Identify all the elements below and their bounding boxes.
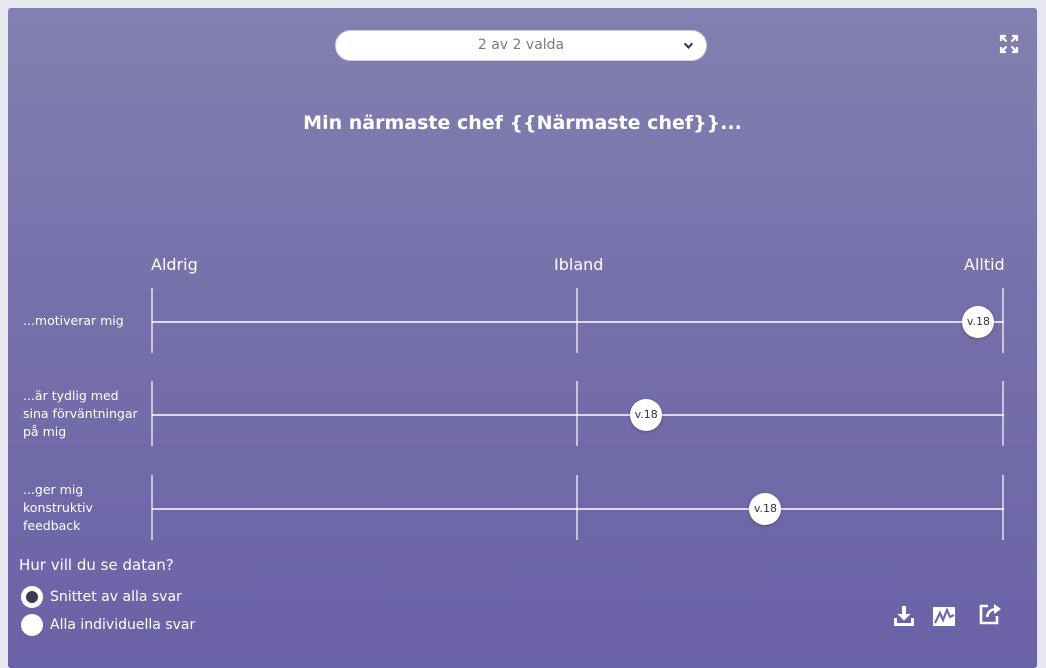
view-question: Hur vill du se datan? (19, 556, 174, 574)
row-track (152, 321, 1004, 323)
row-marker-motivates[interactable]: v.18 (962, 306, 995, 338)
chart-title: Min närmaste chef {{Närmaste chef}}... (303, 112, 742, 134)
radio-average[interactable]: Snittet av alla svar (21, 585, 182, 609)
radio-button[interactable] (21, 614, 43, 636)
row-label-motivates: ...motiverar mig (23, 313, 124, 328)
chart-icon[interactable] (932, 604, 956, 628)
row-label-constructive-feedback: ...ger mig konstruktiv feedback (23, 482, 93, 533)
share-icon[interactable] (978, 602, 1002, 626)
radio-individual[interactable]: Alla individuella svar (21, 613, 195, 637)
row-track (152, 414, 1004, 416)
group-select-value: 2 av 2 valda (477, 37, 565, 53)
row-marker-clear-expectations[interactable]: v.18 (630, 399, 663, 431)
chevron-down-icon (683, 42, 694, 49)
download-icon[interactable] (892, 604, 916, 628)
fullscreen-icon[interactable] (999, 34, 1019, 54)
radio-button-checked[interactable] (21, 586, 43, 608)
radio-label-average: Snittet av alla svar (50, 589, 182, 605)
scale-label-right: Alltid (964, 255, 1005, 274)
scale-label-left: Aldrig (151, 255, 198, 274)
row-track (152, 508, 1004, 510)
radio-label-individual: Alla individuella svar (50, 617, 196, 633)
row-label-clear-expectations: ...är tydlig med sina förväntningar på m… (23, 388, 138, 439)
scale-label-middle: Ibland (554, 255, 604, 274)
row-marker-constructive-feedback[interactable]: v.18 (749, 493, 782, 525)
group-select[interactable]: 2 av 2 valda (335, 30, 707, 61)
chart-panel: 2 av 2 valda Min närmaste chef {{Närmast… (8, 8, 1037, 668)
